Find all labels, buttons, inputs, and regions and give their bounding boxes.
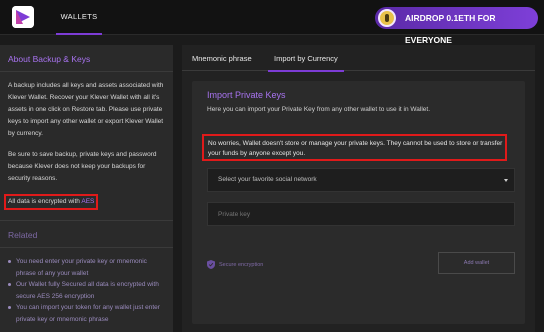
airdrop-label: AIRDROP 0.1ETH FOR EVERYONE — [405, 13, 496, 45]
about-body: A backup includes all keys and assets as… — [0, 72, 173, 210]
related-section: Related You need enter your private key … — [0, 220, 173, 325]
tab-label: Import by Currency — [274, 54, 338, 63]
aes-link[interactable]: AES — [81, 198, 94, 205]
about-paragraph-2: Be sure to save backup, private keys and… — [8, 151, 157, 182]
related-title: Related — [0, 221, 173, 248]
tab-mnemonic-phrase[interactable]: Mnemonic phrase — [192, 45, 252, 71]
klever-logo-icon[interactable] — [12, 6, 34, 28]
encryption-note-text: All data is encrypted with — [8, 198, 82, 205]
tab-bar: Mnemonic phrase Import by Currency — [182, 45, 535, 72]
import-card: Import Private Keys Here you can import … — [192, 81, 525, 324]
private-key-input[interactable] — [207, 202, 515, 226]
encryption-note: All data is encrypted with AES — [4, 194, 99, 210]
main-panel: Mnemonic phrase Import by Currency Impor… — [182, 45, 535, 332]
about-paragraph-1: A backup includes all keys and assets as… — [8, 82, 164, 137]
security-warning: No worries, Wallet doesn't store or mana… — [202, 134, 507, 161]
chevron-down-icon — [504, 179, 508, 182]
about-title: About Backup & Keys — [0, 45, 173, 72]
secure-encryption-label: Secure encryption — [219, 262, 264, 268]
nav-wallets-label: WALLETS — [60, 12, 98, 21]
eth-coin-icon — [378, 9, 396, 27]
add-wallet-button[interactable]: Add wallet — [438, 252, 515, 274]
card-description: Here you can import your Private Key fro… — [207, 106, 431, 113]
tab-import-by-currency[interactable]: Import by Currency — [268, 45, 344, 72]
related-item: Our Wallet fully Secured all data is enc… — [8, 279, 165, 302]
top-bar: WALLETS AIRDROP 0.1ETH FOR EVERYONE — [0, 0, 544, 45]
nav-wallets-tab[interactable]: WALLETS — [50, 0, 108, 35]
social-network-select[interactable]: Select your favorite social network — [207, 168, 515, 192]
sidebar: About Backup & Keys A backup includes al… — [0, 45, 173, 332]
secure-encryption-note: Secure encryption — [207, 259, 263, 271]
select-placeholder: Select your favorite social network — [218, 176, 317, 183]
related-item: You need enter your private key or mnemo… — [8, 256, 165, 279]
nav-active-indicator — [56, 33, 102, 35]
related-item: You can import your token for any wallet… — [8, 302, 165, 325]
shield-icon — [207, 260, 215, 270]
related-list: You need enter your private key or mnemo… — [0, 248, 173, 325]
tab-label: Mnemonic phrase — [192, 54, 252, 63]
card-title: Import Private Keys — [207, 90, 286, 100]
tab-active-indicator — [268, 70, 344, 72]
airdrop-banner[interactable]: AIRDROP 0.1ETH FOR EVERYONE — [375, 7, 538, 45]
